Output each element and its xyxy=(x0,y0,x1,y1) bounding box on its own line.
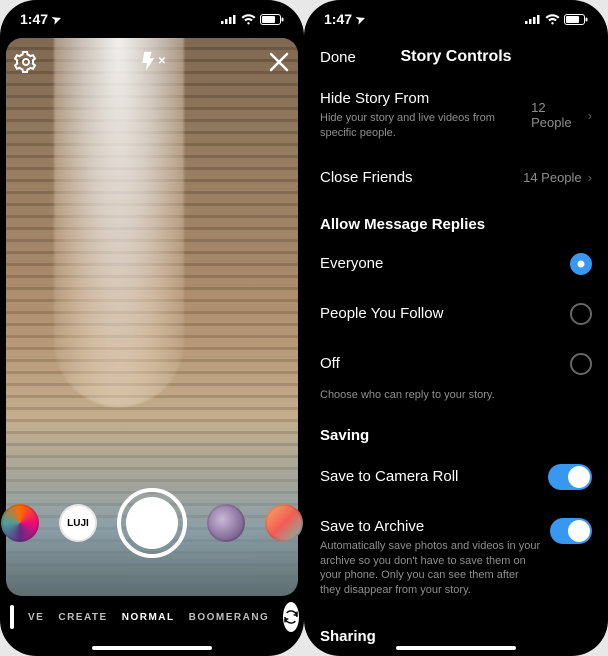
close-icon[interactable] xyxy=(268,51,290,73)
mode-normal[interactable]: NORMAL xyxy=(122,612,175,623)
hide-story-value: 12 People xyxy=(531,100,582,130)
mode-live[interactable]: VE xyxy=(28,612,44,623)
effect-luji[interactable]: LUJI xyxy=(59,504,97,542)
save-archive-row[interactable]: Save to Archive Automatically save photo… xyxy=(304,504,608,612)
radio-icon[interactable] xyxy=(570,353,592,375)
signal-icon xyxy=(221,14,237,24)
effect-thumb[interactable] xyxy=(1,504,39,542)
chevron-right-icon: › xyxy=(588,108,592,123)
flash-icon[interactable]: ✕ xyxy=(138,50,166,72)
gallery-button[interactable] xyxy=(10,605,14,629)
location-icon: ➤ xyxy=(50,11,63,26)
page-title: Story Controls xyxy=(400,48,511,66)
effect-thumb[interactable] xyxy=(207,504,245,542)
close-friends-row[interactable]: Close Friends 14 People › xyxy=(304,155,608,200)
replies-section-head: Allow Message Replies xyxy=(304,200,608,239)
replies-following-row[interactable]: People You Follow xyxy=(304,289,608,339)
story-controls-screen: 1:47 ➤ Done Story Controls Hide Story Fr… xyxy=(304,0,608,656)
save-archive-label: Save to Archive xyxy=(320,518,542,535)
toggle-on-icon[interactable] xyxy=(548,464,592,490)
close-friends-label: Close Friends xyxy=(320,169,413,186)
effect-luji-label: LUJI xyxy=(67,518,89,529)
done-button[interactable]: Done xyxy=(320,49,356,66)
replies-following-label: People You Follow xyxy=(320,305,443,322)
settings-gear-icon[interactable] xyxy=(14,50,38,74)
switch-camera-icon[interactable] xyxy=(283,602,299,632)
replies-everyone-label: Everyone xyxy=(320,255,383,272)
location-icon: ➤ xyxy=(354,11,367,26)
shutter-button[interactable] xyxy=(117,488,187,558)
effects-carousel[interactable]: LUJI xyxy=(0,488,304,558)
hide-story-sub: Hide your story and live videos from spe… xyxy=(320,111,523,141)
settings-list[interactable]: Hide Story From Hide your story and live… xyxy=(304,76,608,656)
home-indicator[interactable] xyxy=(396,646,516,650)
replies-off-label: Off xyxy=(320,355,340,372)
status-bar: 1:47 ➤ xyxy=(0,0,304,38)
battery-icon xyxy=(564,14,588,25)
save-camera-roll-label: Save to Camera Roll xyxy=(320,468,458,485)
battery-icon xyxy=(260,14,284,25)
wifi-icon xyxy=(241,14,256,25)
signal-icon xyxy=(525,14,541,24)
replies-off-row[interactable]: Off xyxy=(304,339,608,389)
hide-story-label: Hide Story From xyxy=(320,90,523,107)
radio-icon[interactable] xyxy=(570,303,592,325)
toggle-on-icon[interactable] xyxy=(550,518,592,544)
status-bar: 1:47 ➤ xyxy=(304,0,608,38)
status-time: 1:47 xyxy=(20,11,48,27)
nav-bar: Done Story Controls xyxy=(304,38,608,76)
wifi-icon xyxy=(545,14,560,25)
chevron-right-icon: › xyxy=(588,170,592,185)
status-time: 1:47 xyxy=(324,11,352,27)
replies-everyone-row[interactable]: Everyone xyxy=(304,239,608,289)
camera-mode-strip[interactable]: VE CREATE NORMAL BOOMERANG xyxy=(0,602,304,632)
save-archive-sub: Automatically save photos and videos in … xyxy=(320,539,542,598)
radio-selected-icon[interactable] xyxy=(570,253,592,275)
home-indicator[interactable] xyxy=(92,646,212,650)
camera-screen: 1:47 ➤ ✕ LUJI VE CREATE NORMAL BOO xyxy=(0,0,304,656)
effect-thumb[interactable] xyxy=(265,504,303,542)
hide-story-row[interactable]: Hide Story From Hide your story and live… xyxy=(304,76,608,155)
saving-section-head: Saving xyxy=(304,411,608,450)
save-camera-roll-row[interactable]: Save to Camera Roll xyxy=(304,450,608,504)
mode-create[interactable]: CREATE xyxy=(58,612,107,623)
close-friends-value: 14 People xyxy=(523,170,582,185)
mode-boomerang[interactable]: BOOMERANG xyxy=(189,612,270,623)
replies-helper: Choose who can reply to your story. xyxy=(304,389,608,411)
